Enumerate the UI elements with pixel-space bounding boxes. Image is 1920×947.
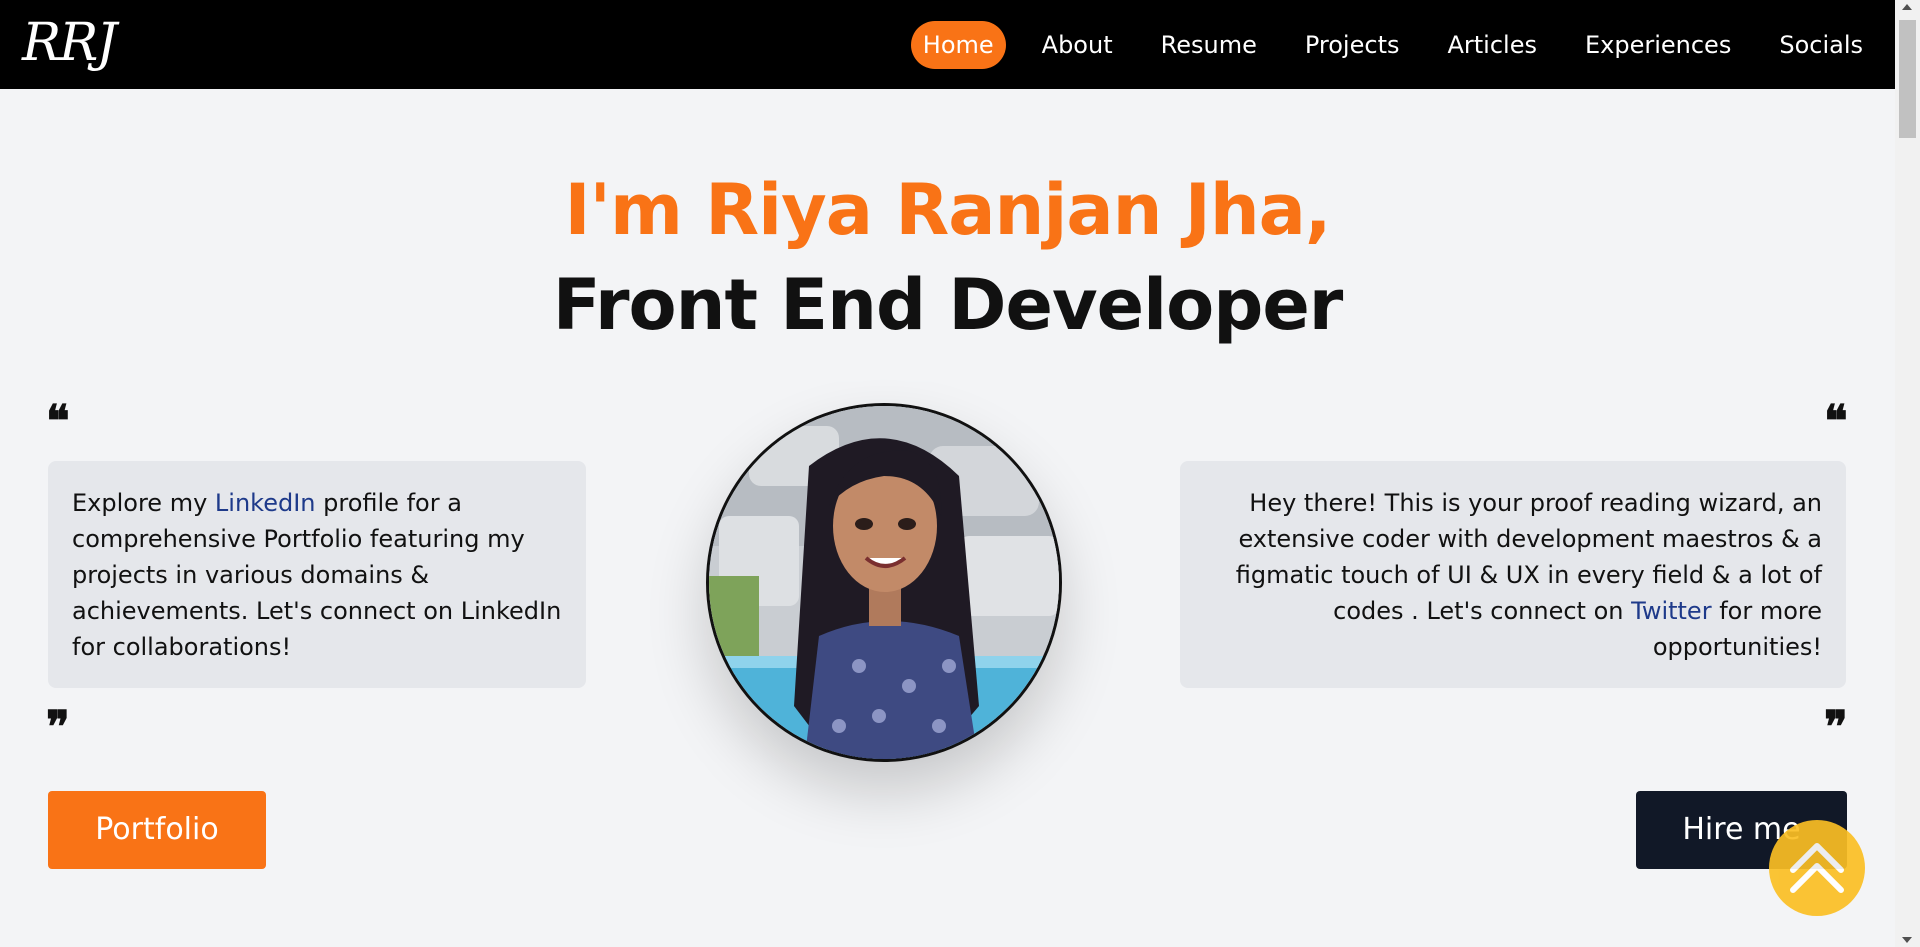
double-chevron-up-icon (1790, 843, 1844, 893)
logo[interactable]: RRJ (22, 8, 117, 78)
back-to-top-button[interactable] (1769, 820, 1865, 916)
profile-avatar (706, 403, 1062, 762)
nav-home[interactable]: Home (910, 20, 1006, 69)
nav-resume[interactable]: Resume (1149, 21, 1269, 69)
linkedin-link[interactable]: LinkedIn (215, 489, 316, 517)
open-quote-icon-right: ❝ (1824, 396, 1848, 447)
hero-role: Front End Developer (552, 264, 1344, 346)
nav-socials[interactable]: Socials (1767, 21, 1875, 69)
close-quote-icon-right: ❞ (1824, 702, 1848, 753)
linkedin-card: Explore my LinkedIn profile for a compre… (48, 461, 586, 688)
page-scrollbar[interactable] (1895, 0, 1920, 947)
linkedin-card-text-pre: Explore my (72, 489, 215, 517)
nav-links: Home About Resume Projects Articles Expe… (887, 0, 1895, 89)
close-quote-icon: ❞ (46, 702, 70, 753)
twitter-link[interactable]: Twitter (1631, 597, 1711, 625)
nav-projects[interactable]: Projects (1293, 21, 1412, 69)
scroll-down-icon[interactable] (1902, 937, 1912, 943)
avatar-illustration (709, 406, 1059, 759)
twitter-card: Hey there! This is your proof reading wi… (1180, 461, 1846, 688)
open-quote-icon: ❝ (46, 396, 70, 447)
scroll-thumb[interactable] (1899, 20, 1916, 138)
scroll-up-icon[interactable] (1902, 4, 1912, 10)
nav-experiences[interactable]: Experiences (1573, 21, 1743, 69)
portfolio-button[interactable]: Portfolio (48, 791, 266, 869)
nav-articles[interactable]: Articles (1435, 21, 1549, 69)
hero-name: I'm Riya Ranjan Jha, (564, 169, 1331, 251)
navbar: RRJ Home About Resume Projects Articles … (0, 0, 1895, 89)
nav-about[interactable]: About (1030, 21, 1125, 69)
